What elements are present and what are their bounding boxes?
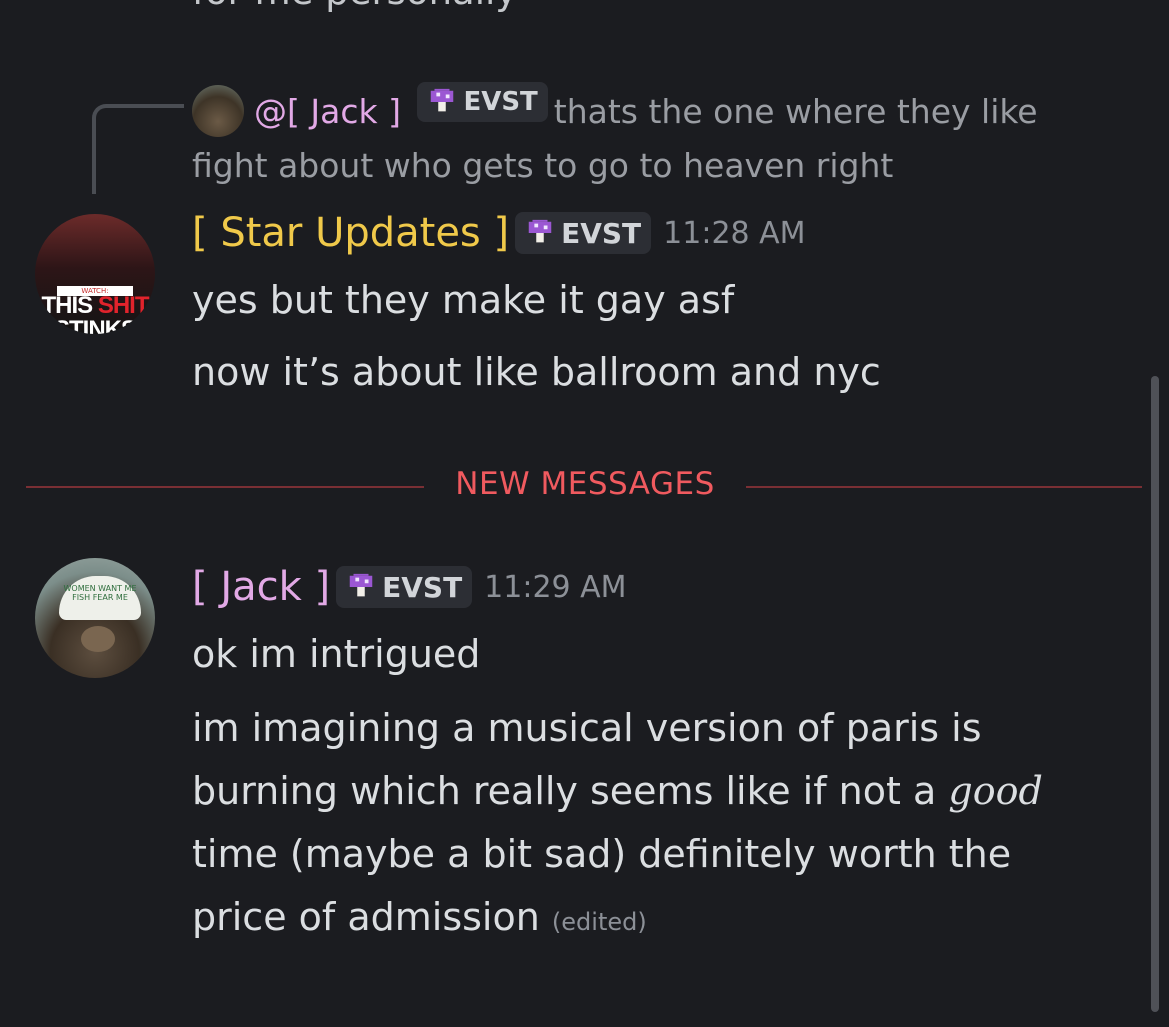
clan-tag[interactable]: EVST: [515, 212, 652, 254]
mushroom-icon: [431, 88, 454, 112]
mushroom-icon: [349, 573, 373, 597]
message-text: ok im intrigued: [192, 632, 481, 676]
avatar-caption: THIS SHIT STINKS: [35, 292, 155, 335]
avatar-caption-red: SHIT: [97, 292, 150, 319]
avatar-otter-face: [81, 626, 115, 652]
reply-avatar: [192, 85, 244, 137]
scrollbar[interactable]: [1151, 376, 1159, 1012]
clan-tag[interactable]: EVST: [336, 566, 473, 608]
avatar-caption-part: THIS: [41, 292, 98, 319]
mushroom-icon: [528, 219, 552, 243]
author-name[interactable]: [ Star Updates ]: [192, 210, 509, 256]
reply-clan-tag[interactable]: EVST: [417, 82, 548, 122]
reply-preview[interactable]: @[ Jack ] EVST thats the one where they …: [192, 82, 1122, 193]
previous-message-text: for me personally: [192, 0, 517, 13]
reply-mention[interactable]: @[ Jack ]: [254, 92, 401, 131]
message-timestamp[interactable]: 11:28 AM: [663, 216, 805, 251]
message-text: now it’s about like ballroom and nyc: [192, 350, 881, 394]
new-messages-divider-right: [746, 486, 1142, 488]
edited-label: (edited): [551, 908, 647, 936]
star-updates-avatar[interactable]: WATCH: THIS SHIT STINKS: [35, 214, 155, 334]
message-paragraph: im imagining a musical version of paris …: [192, 697, 1112, 954]
message-header: [ Star Updates ] EVST 11:28 AM: [192, 210, 806, 256]
message-emphasis: good: [948, 769, 1043, 813]
message-text-part: im imagining a musical version of paris …: [192, 706, 982, 813]
clan-tag-label: EVST: [561, 216, 642, 250]
reply-connector: [92, 104, 184, 194]
avatar-cap-text: WOMEN WANT ME FISH FEAR ME: [63, 584, 137, 602]
new-messages-divider-left: [26, 486, 424, 488]
message-timestamp[interactable]: 11:29 AM: [484, 570, 626, 605]
reply-tag-label: EVST: [463, 87, 538, 117]
message-header: [ Jack ] EVST 11:29 AM: [192, 564, 627, 610]
chat-view: for me personally @[ Jack ] EVST thats t…: [0, 0, 1169, 1027]
jack-avatar[interactable]: WOMEN WANT ME FISH FEAR ME: [35, 558, 155, 678]
new-messages-label: NEW MESSAGES: [455, 466, 715, 502]
clan-tag-label: EVST: [382, 570, 463, 604]
avatar-caption-line2: STINKS: [53, 316, 137, 335]
author-name[interactable]: [ Jack ]: [192, 564, 330, 610]
message-text: yes but they make it gay asf: [192, 278, 735, 322]
